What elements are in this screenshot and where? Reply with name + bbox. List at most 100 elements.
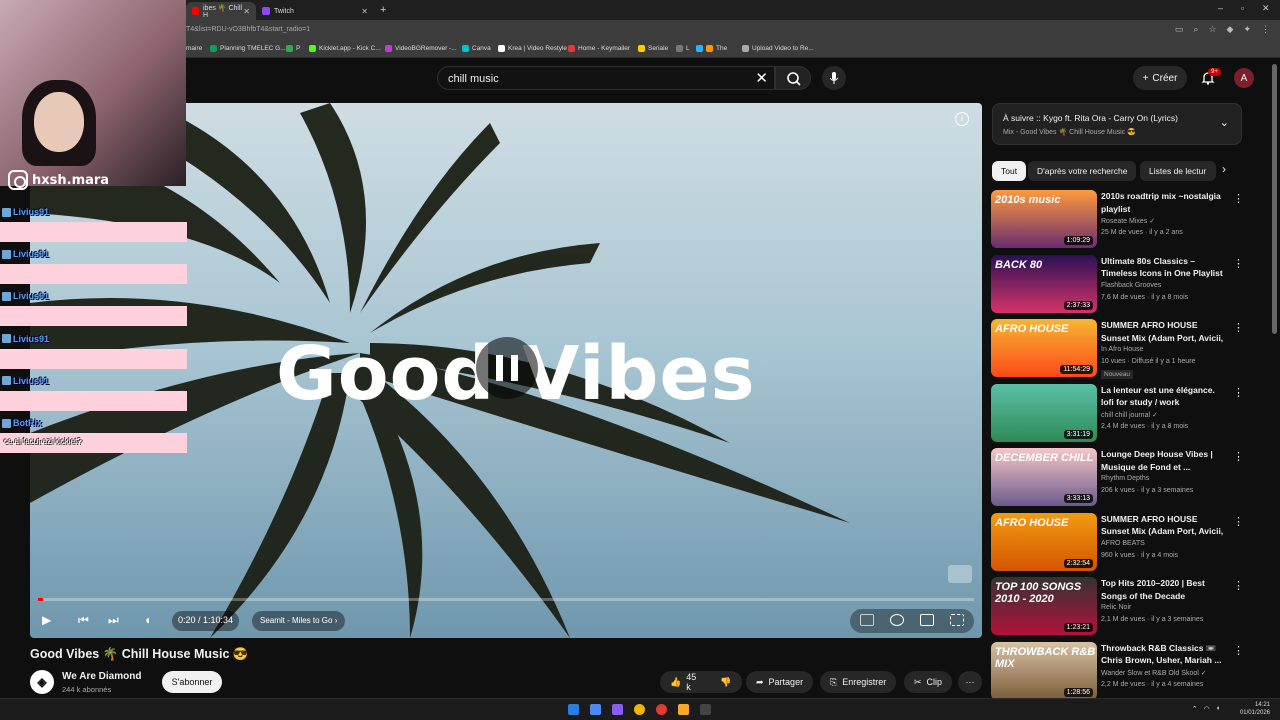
video-thumbnail[interactable]: DECEMBER CHILL 3:33:13: [991, 448, 1097, 506]
video-thumbnail[interactable]: AFRO HOUSE 11:54:29: [991, 319, 1097, 377]
recommendation-title[interactable]: 2010s roadtrip mix ~nostalgia playlist: [1101, 190, 1225, 215]
zoom-icon[interactable]: ⌕: [1193, 24, 1198, 35]
more-vertical-icon[interactable]: ⋮: [1233, 192, 1244, 205]
recommendation-title[interactable]: La lenteur est une élégance. lofi for st…: [1101, 384, 1225, 409]
more-vertical-icon[interactable]: ⋮: [1233, 386, 1244, 399]
teams-icon[interactable]: [612, 704, 623, 715]
video-thumbnail[interactable]: BACK 80 2:37:33: [991, 254, 1097, 313]
more-vertical-icon[interactable]: ⋮: [1233, 321, 1244, 334]
tab-twitch[interactable]: Twitch ✕: [256, 2, 374, 20]
recommendation-title[interactable]: Ultimate 80s Classics – Timeless Icons i…: [1101, 255, 1225, 280]
fullscreen-icon[interactable]: [950, 614, 964, 626]
play-icon[interactable]: ▶: [42, 613, 51, 627]
chapter-button[interactable]: Seamlt - Miles to Go ›: [252, 611, 346, 631]
video-thumbnail[interactable]: AFRO HOUSE 2:32:54: [991, 512, 1097, 571]
recommendation-item[interactable]: BACK 80 2:37:33 Ultimate 80s Classics – Ti…: [991, 254, 1251, 315]
extension-icon[interactable]: ◆: [1227, 24, 1234, 35]
chip-playlists[interactable]: Listes de lectur: [1140, 161, 1216, 181]
more-vertical-icon[interactable]: ⋮: [1233, 579, 1244, 592]
save-button[interactable]: ⎘ Enregistrer: [820, 671, 897, 693]
chrome-icon[interactable]: [634, 704, 645, 715]
more-vertical-icon[interactable]: ⋮: [1233, 515, 1244, 528]
recommendation-item[interactable]: AFRO HOUSE 11:54:29 SUMMER AFRO HOUSE Suns…: [991, 319, 1251, 379]
obs-icon[interactable]: [656, 704, 667, 715]
progress-bar[interactable]: [38, 598, 974, 601]
chevron-right-icon[interactable]: ›: [1222, 162, 1226, 176]
bookmark[interactable]: L: [676, 45, 690, 52]
bookmark[interactable]: maire: [186, 45, 202, 52]
recommendation-channel[interactable]: Wander Slow et R&B Old Skool ✓: [1101, 669, 1207, 677]
channel-avatar[interactable]: ◈: [30, 670, 54, 694]
chip-related-search[interactable]: D'après votre recherche: [1028, 161, 1137, 181]
app-icon[interactable]: [678, 704, 689, 715]
bookmark[interactable]: Kicklet.app - Kick C...: [309, 45, 381, 52]
taskbar-clock[interactable]: 14:21 01/01/2026: [1240, 701, 1270, 717]
bookmark[interactable]: Seriale: [638, 45, 668, 52]
close-window-button[interactable]: ✕: [1262, 3, 1270, 14]
chip-all[interactable]: Tout: [992, 161, 1027, 181]
new-tab-button[interactable]: +: [380, 4, 386, 16]
recommendation-channel[interactable]: chill chill journal ✓: [1101, 411, 1158, 419]
recommendation-channel[interactable]: AFRO BEATS: [1101, 540, 1145, 547]
recommendation-channel[interactable]: Relic Noir: [1101, 604, 1131, 611]
recommendation-title[interactable]: Throwback R&B Classics 📼 Chris Brown, Us…: [1101, 642, 1225, 667]
account-avatar[interactable]: A: [1234, 68, 1254, 88]
calendar-icon[interactable]: [590, 704, 601, 715]
volume-icon[interactable]: ◖: [144, 613, 151, 627]
recommendation-item[interactable]: AFRO HOUSE 2:32:54 SUMMER AFRO HOUSE Sunse…: [991, 512, 1251, 573]
bookmark[interactable]: VideoBGRemover -...: [385, 45, 457, 52]
bookmark[interactable]: Planning TMELEC G...: [210, 45, 286, 52]
search-button[interactable]: [775, 66, 811, 90]
bookmark[interactable]: Upload Video to Re...: [742, 45, 814, 52]
dislike-button[interactable]: 👎: [710, 671, 742, 693]
recommendation-channel[interactable]: In Afro House: [1101, 346, 1143, 353]
search-box[interactable]: chill music ✕: [437, 66, 775, 90]
recommendation-item[interactable]: TOP 100 SONGS 2010 - 2020 1:23:21 Top Hits…: [991, 577, 1251, 637]
tray-arrow-icon[interactable]: ⌃: [1192, 705, 1198, 713]
more-vertical-icon[interactable]: ⋮: [1233, 644, 1244, 657]
recommendation-title[interactable]: SUMMER AFRO HOUSE Sunset Mix (Adam Port,…: [1101, 319, 1225, 345]
recommendation-item[interactable]: THROWBACK R&B MIX 1:28:56 Throwback R&B Cl…: [991, 641, 1251, 702]
miniplayer-icon[interactable]: [920, 614, 934, 626]
create-button[interactable]: + Créer: [1133, 66, 1187, 90]
recommendation-channel[interactable]: Rhythm Depths: [1101, 475, 1149, 482]
cast-icon[interactable]: ▭: [1175, 24, 1184, 35]
recommendation-item[interactable]: 3:31:19 La lenteur est une élégance. lofi…: [991, 383, 1251, 444]
subscribe-button[interactable]: S'abonner: [162, 671, 222, 693]
more-vertical-icon[interactable]: ⋮: [1233, 257, 1244, 270]
voice-search-button[interactable]: [822, 66, 846, 90]
bookmark[interactable]: The: [696, 45, 727, 52]
search-input[interactable]: chill music: [448, 73, 499, 85]
bookmark[interactable]: Canva: [462, 45, 491, 52]
clip-button[interactable]: ✂ Clip: [904, 671, 953, 693]
channel-name[interactable]: We Are Diamond: [62, 671, 141, 682]
wifi-icon[interactable]: ◠: [1204, 705, 1210, 713]
recommendation-item[interactable]: DECEMBER CHILL 3:33:13 Lounge Deep House V…: [991, 448, 1251, 508]
menu-icon[interactable]: ⋮: [1261, 24, 1270, 35]
url-text[interactable]: T4&list=RDU-vO3BhfbT4&start_radio=1: [186, 26, 310, 33]
like-button[interactable]: 👍 45 k: [660, 671, 710, 693]
recommendation-item[interactable]: 2010s music 1:09:29 2010s roadtrip mix ~no…: [991, 190, 1251, 250]
settings-gear-icon[interactable]: [890, 614, 904, 626]
channel-watermark[interactable]: [948, 565, 972, 583]
next-icon[interactable]: ⏭: [108, 613, 119, 628]
tab-youtube[interactable]: ibes 🌴 Chill H ✕: [186, 2, 256, 20]
address-bar[interactable]: T4&list=RDU-vO3BhfbT4&start_radio=1 ▭ ⌕ …: [0, 20, 1280, 42]
chevron-down-icon[interactable]: ⌄: [1220, 116, 1229, 129]
windows-start-icon[interactable]: [568, 704, 579, 715]
recommendation-channel[interactable]: Roseate Mixes ✓: [1101, 217, 1155, 225]
close-tab-icon[interactable]: ✕: [361, 7, 368, 16]
video-thumbnail[interactable]: 2010s music 1:09:29: [991, 190, 1097, 248]
share-button[interactable]: ➦ Partager: [746, 671, 814, 693]
video-thumbnail[interactable]: 3:31:19: [991, 383, 1097, 442]
video-thumbnail[interactable]: TOP 100 SONGS 2010 - 2020 1:23:21: [991, 577, 1097, 635]
star-icon[interactable]: ☆: [1208, 24, 1216, 35]
info-icon[interactable]: i: [955, 112, 969, 126]
bookmark[interactable]: Home - Keymailer: [568, 45, 630, 52]
recommendation-title[interactable]: Top Hits 2010–2020 | Best Songs of the D…: [1101, 577, 1225, 602]
page-scrollbar[interactable]: [1272, 64, 1277, 334]
more-vertical-icon[interactable]: ⋮: [1233, 450, 1244, 463]
previous-icon[interactable]: ⏮: [78, 613, 89, 628]
minimize-button[interactable]: –: [1218, 3, 1223, 13]
up-next-panel[interactable]: À suivre :: Kygo ft. Rita Ora - Carry On…: [992, 103, 1242, 145]
